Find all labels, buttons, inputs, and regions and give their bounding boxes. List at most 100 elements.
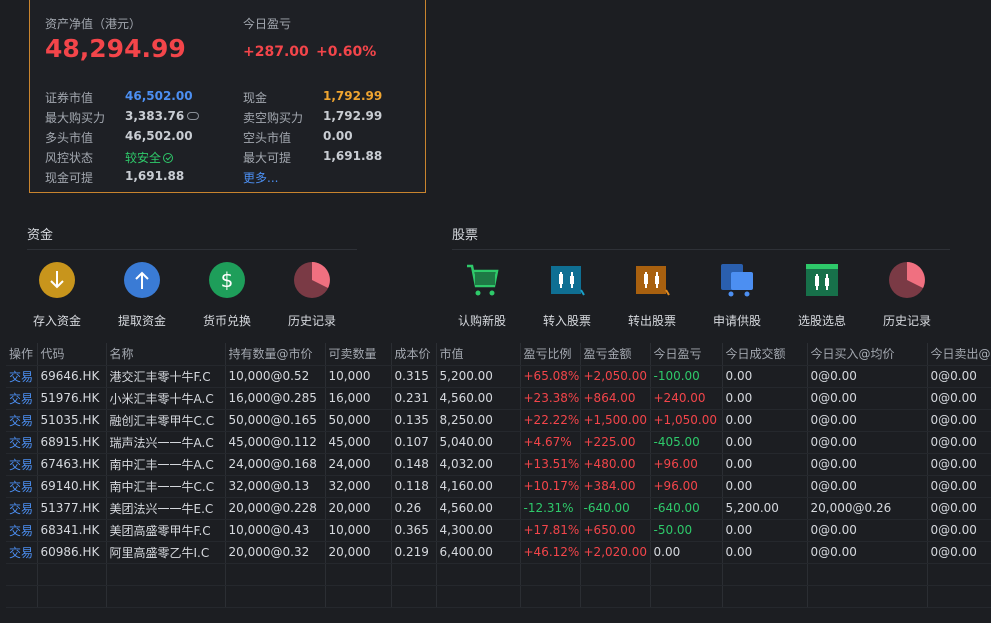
table-cell: +225.00 <box>580 431 651 454</box>
table-row[interactable]: 交易 51377.HK 美团法兴一一牛E.C 20,000@0.228 20,000 0.… <box>6 497 991 520</box>
table-cell: 5,200.00 <box>436 365 521 388</box>
table-cell: 0@0.00 <box>807 453 928 476</box>
table-cell: 32,000@0.13 <box>225 475 326 498</box>
trade-link[interactable]: 交易 <box>6 519 38 542</box>
rights-issue-icon <box>719 262 755 298</box>
empty-cell <box>225 585 326 608</box>
cash-value: 1,792.99 <box>323 89 383 103</box>
table-cell: +384.00 <box>580 475 651 498</box>
table-cell: 45,000@0.112 <box>225 431 326 454</box>
column-header[interactable]: 名称 <box>106 343 226 366</box>
table-cell: 50,000 <box>325 409 392 432</box>
empty-cell <box>436 563 521 586</box>
table-cell: 0.315 <box>391 365 437 388</box>
transfer-in-button[interactable]: 转入股票 <box>527 262 607 329</box>
cash-label: 现金 <box>243 91 268 105</box>
table-cell: 0.365 <box>391 519 437 542</box>
trade-link[interactable]: 交易 <box>6 387 38 410</box>
deposit-button[interactable]: 存入资金 <box>17 262 97 329</box>
trade-link[interactable]: 交易 <box>6 365 38 388</box>
table-cell: +2,050.00 <box>580 365 651 388</box>
withdraw-button[interactable]: 提取资金 <box>102 262 182 329</box>
column-header[interactable]: 今日成交额 <box>722 343 808 366</box>
table-cell: 0@0.00 <box>807 519 928 542</box>
empty-cell <box>520 563 581 586</box>
table-cell: 20,000@0.228 <box>225 497 326 520</box>
table-row[interactable]: 交易 69140.HK 南中汇丰一一牛C.C 32,000@0.13 32,000 0.1… <box>6 475 991 498</box>
scrip-option-label: 选股选息 <box>797 314 846 328</box>
table-cell: 0.219 <box>391 541 437 564</box>
table-cell: 0.00 <box>722 365 808 388</box>
stocks-divider <box>452 249 950 250</box>
trade-link[interactable]: 交易 <box>6 497 38 520</box>
column-header[interactable]: 盈亏比例 <box>520 343 581 366</box>
rights-issue-button[interactable]: 申请供股 <box>697 262 777 329</box>
column-header[interactable]: 今日买入@均价 <box>807 343 928 366</box>
column-header[interactable]: 盈亏金额 <box>580 343 651 366</box>
table-cell: 0.135 <box>391 409 437 432</box>
table-cell: 0@0.00 <box>927 475 991 498</box>
empty-cell <box>6 563 38 586</box>
table-row[interactable]: 交易 51976.HK 小米汇丰零十牛A.C 16,000@0.285 16,000 0.… <box>6 387 991 410</box>
trade-link[interactable]: 交易 <box>6 409 38 432</box>
rights-issue-label: 申请供股 <box>712 314 761 328</box>
table-cell: -50.00 <box>650 519 723 542</box>
table-cell: 0@0.00 <box>927 453 991 476</box>
table-row[interactable]: 交易 69646.HK 港交汇丰零十牛F.C 10,000@0.52 10,000 0.3… <box>6 365 991 388</box>
table-cell: 0@0.00 <box>927 365 991 388</box>
stocks-history-button[interactable]: 历史记录 <box>867 262 947 329</box>
table-cell: 0.00 <box>722 475 808 498</box>
column-header[interactable]: 成本价 <box>391 343 437 366</box>
empty-cell <box>391 585 437 608</box>
table-row[interactable]: 交易 60986.HK 阿里高盛零乙牛I.C 20,000@0.32 20,000 0.2… <box>6 541 991 564</box>
table-cell: 60986.HK <box>37 541 107 564</box>
column-header[interactable]: 持有数量@市价 <box>225 343 326 366</box>
table-cell: 瑞声法兴一一牛A.C <box>106 431 226 454</box>
table-cell: 4,300.00 <box>436 519 521 542</box>
trade-link[interactable]: 交易 <box>6 431 38 454</box>
table-cell: +1,500.00 <box>580 409 651 432</box>
column-header[interactable]: 可卖数量 <box>325 343 392 366</box>
table-cell: 0@0.00 <box>807 475 928 498</box>
currency-exchange-button[interactable]: $ 货币兑换 <box>187 262 267 329</box>
transfer-out-button[interactable]: 转出股票 <box>612 262 692 329</box>
table-row[interactable]: 交易 68915.HK 瑞声法兴一一牛A.C 45,000@0.112 45,000 0.… <box>6 431 991 454</box>
history-icon <box>294 262 330 298</box>
column-header[interactable]: 今日卖出@均价 <box>927 343 991 366</box>
table-cell: 10,000 <box>325 519 392 542</box>
empty-cell <box>436 585 521 608</box>
empty-cell <box>807 563 928 586</box>
table-cell: 20,000 <box>325 497 392 520</box>
table-row[interactable]: 交易 68341.HK 美团高盛零甲牛F.C 10,000@0.43 10,000 0.3… <box>6 519 991 542</box>
column-header[interactable]: 代码 <box>37 343 107 366</box>
column-header[interactable]: 今日盈亏 <box>650 343 723 366</box>
link-icon[interactable] <box>187 112 200 120</box>
column-header[interactable]: 操作 <box>6 343 38 366</box>
funds-divider <box>27 249 357 250</box>
table-cell: 0.148 <box>391 453 437 476</box>
table-cell: +13.51% <box>520 453 581 476</box>
more-link[interactable]: 更多... <box>243 169 278 186</box>
table-cell: 20,000@0.32 <box>225 541 326 564</box>
trade-link[interactable]: 交易 <box>6 541 38 564</box>
short-buying-power-value: 1,792.99 <box>323 109 383 123</box>
scrip-option-button[interactable]: 选股选息 <box>782 262 862 329</box>
column-header[interactable]: 市值 <box>436 343 521 366</box>
stocks-history-label: 历史记录 <box>882 314 931 328</box>
funds-history-button[interactable]: 历史记录 <box>272 262 352 329</box>
table-row[interactable]: 交易 67463.HK 南中汇丰一一牛A.C 24,000@0.168 24,000 0.… <box>6 453 991 476</box>
table-header-row: 操作 代码 名称 持有数量@市价 可卖数量 成本价 市值 盈亏比例 盈亏金额 今日盈亏 今日成交额今… <box>6 343 991 366</box>
table-cell: 45,000 <box>325 431 392 454</box>
trade-link[interactable]: 交易 <box>6 453 38 476</box>
max-buying-power-value: 3,383.76 <box>125 109 200 123</box>
empty-cell <box>650 563 723 586</box>
stocks-section-title: 股票 <box>452 228 479 243</box>
table-row[interactable]: 交易 51035.HK 融创汇丰零甲牛C.C 50,000@0.165 50,000 0.… <box>6 409 991 432</box>
trade-link[interactable]: 交易 <box>6 475 38 498</box>
ipo-subscribe-button[interactable]: 认购新股 <box>442 262 522 329</box>
empty-cell <box>325 585 392 608</box>
cash-withdrawable-label: 现金可提 <box>45 171 94 185</box>
empty-cell <box>106 585 226 608</box>
cash-withdrawable-value: 1,691.88 <box>125 169 185 183</box>
ipo-subscribe-label: 认购新股 <box>457 314 506 328</box>
